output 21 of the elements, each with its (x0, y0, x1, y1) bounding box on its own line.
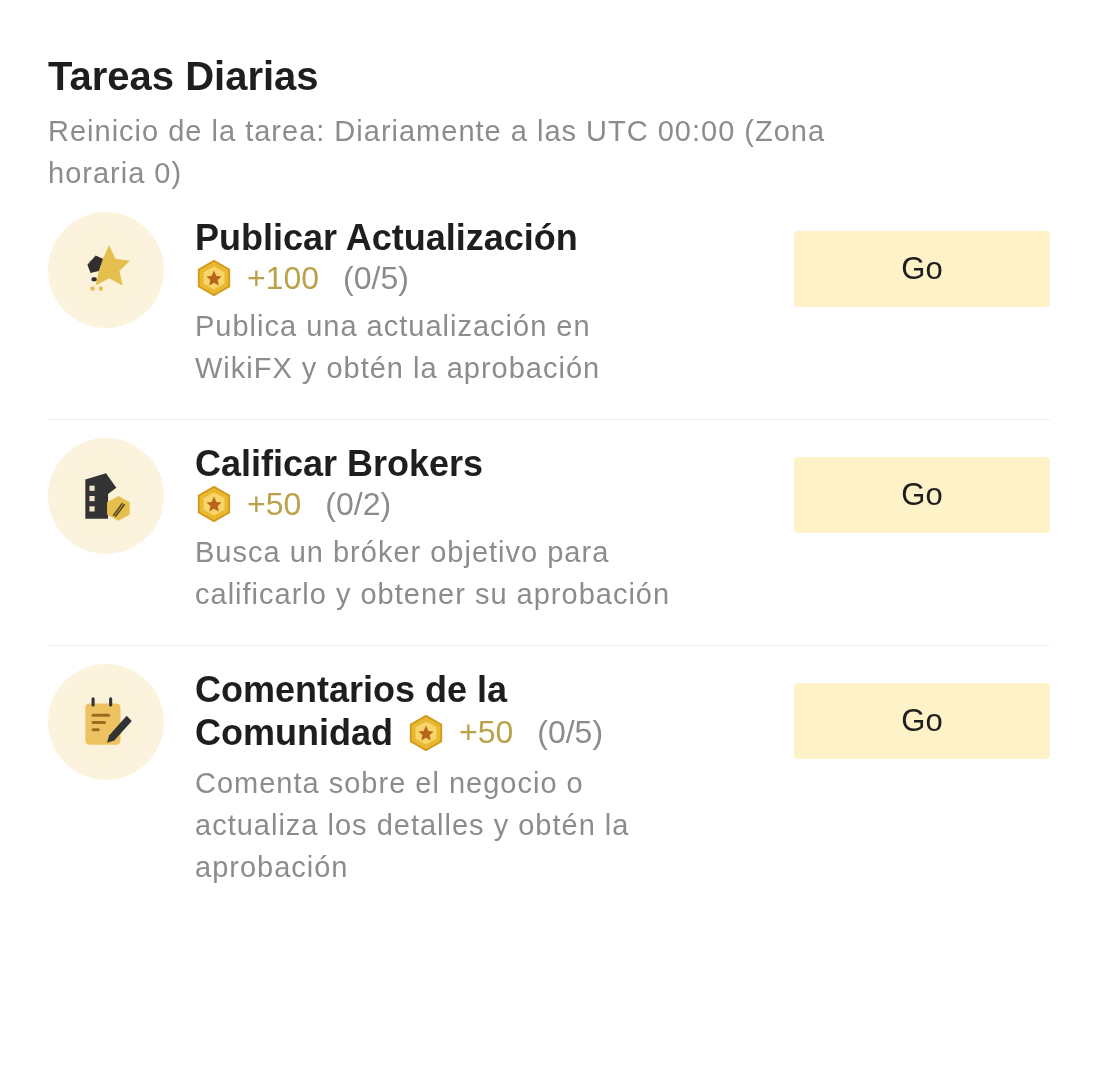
task-title: Comentarios de la (195, 668, 509, 711)
progress-count: (0/2) (325, 485, 392, 523)
go-button[interactable]: Go (794, 683, 1050, 759)
coin-icon (195, 259, 233, 297)
task-title: Calificar Brokers (195, 442, 485, 485)
task-description: Busca un bróker objetivo para calificarlo y obtener su aprobación (195, 535, 672, 612)
page-title: Tareas Diarias (48, 53, 320, 100)
task-description: Comenta sobre el negocio o actualiza los detalles y obtén la aprobación (195, 766, 631, 885)
progress-count: (0/5) (343, 259, 409, 297)
progress-count: (0/5) (537, 714, 604, 751)
points: +50 (459, 714, 514, 751)
task-title: Comunidad (195, 711, 393, 754)
go-button[interactable]: Go (794, 457, 1050, 533)
task-title: Publicar Actualización (195, 216, 579, 259)
points: +100 (247, 259, 320, 297)
reset-note: Reinicio de la tarea: Diariamente a las UTC 00:00 (Zona horaria 0) (48, 114, 827, 191)
coin-icon (195, 485, 233, 523)
coin-icon (407, 713, 445, 752)
go-button[interactable]: Go (794, 231, 1050, 307)
points: +50 (247, 485, 302, 523)
task-description: Publica una actualización en WikiFX y obtén la aprobación (195, 309, 602, 386)
